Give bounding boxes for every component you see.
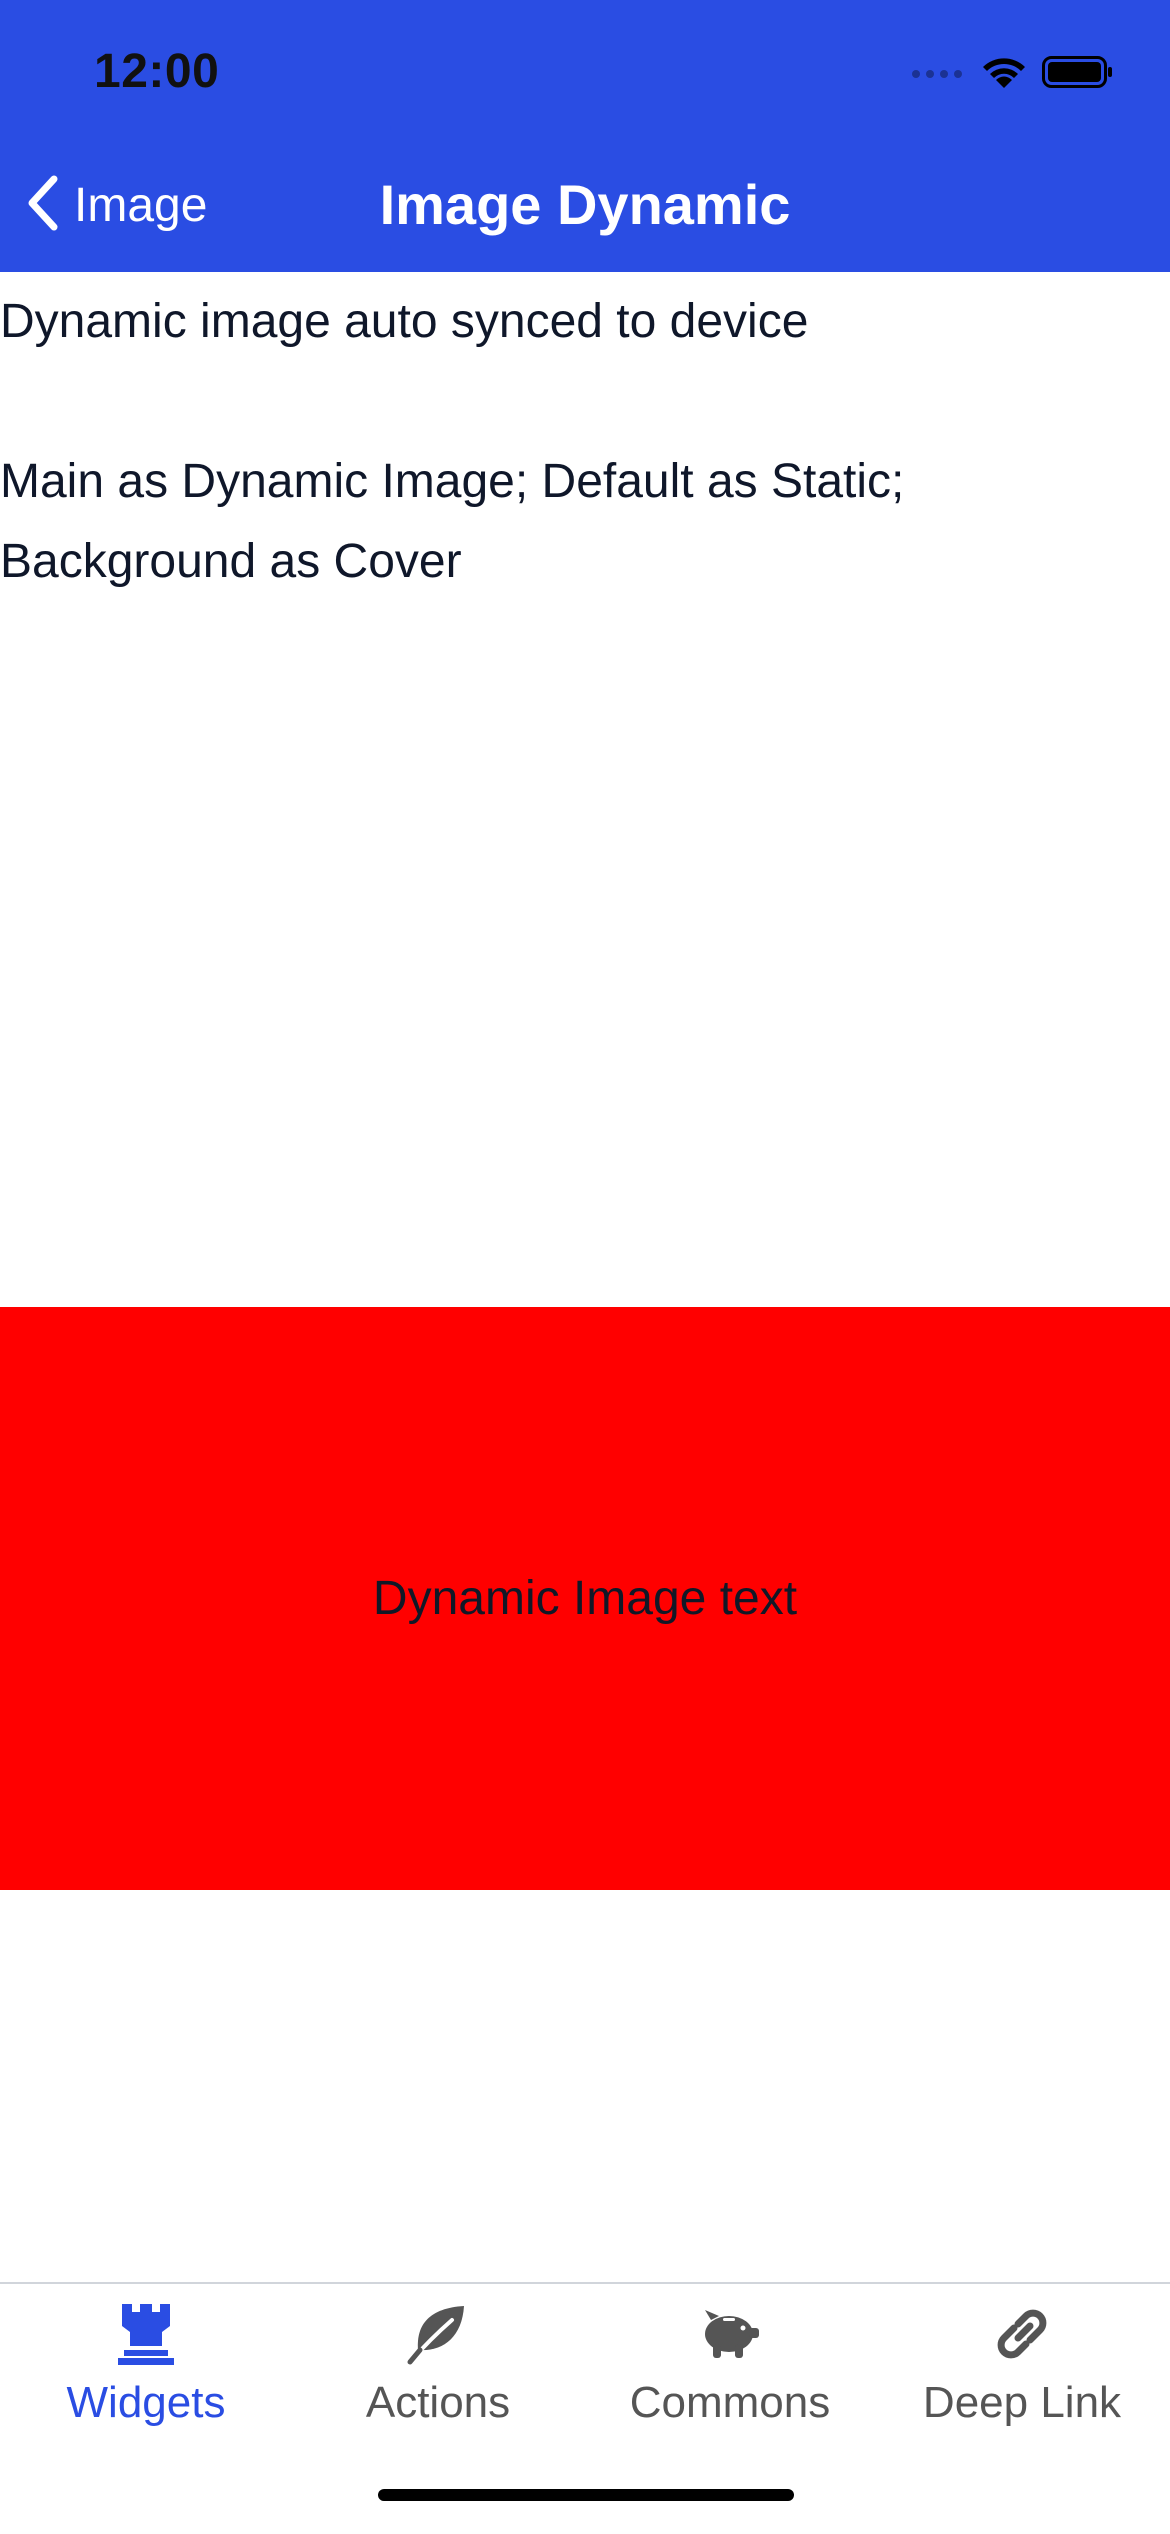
description-line: Background as Cover (0, 535, 462, 588)
home-indicator[interactable] (378, 2489, 794, 2501)
tab-label: Deep Link (922, 2378, 1122, 2427)
rook-icon (116, 2294, 176, 2374)
description: Dynamic image auto synced to device Main… (0, 282, 1170, 602)
page-title: Image Dynamic (379, 173, 791, 236)
description-line: Dynamic image auto synced to device (0, 295, 809, 348)
battery-icon (1042, 54, 1114, 95)
tab-label: Actions (365, 2378, 511, 2427)
tab-label: Commons (629, 2378, 831, 2427)
tab-widgets[interactable]: Widgets (0, 2284, 292, 2444)
description-line: Main as Dynamic Image; Default as Static… (0, 455, 905, 508)
tab-commons[interactable]: Commons (584, 2284, 876, 2444)
tab-label: Widgets (66, 2378, 226, 2427)
tab-actions[interactable]: Actions (292, 2284, 584, 2444)
cellular-signal-icon (912, 70, 962, 78)
status-time: 12:00 (94, 45, 220, 98)
link-icon (990, 2294, 1054, 2374)
dynamic-image-text: Dynamic Image text (372, 1572, 798, 1625)
leaf-icon (406, 2294, 470, 2374)
tab-deep-link[interactable]: Deep Link (876, 2284, 1168, 2444)
piggy-bank-icon (697, 2294, 763, 2374)
header: 12:00 Image Image Dynamic (0, 0, 1170, 272)
wifi-icon (980, 54, 1028, 95)
status-icons (912, 54, 1114, 94)
dynamic-image: Dynamic Image text (0, 1307, 1170, 1890)
